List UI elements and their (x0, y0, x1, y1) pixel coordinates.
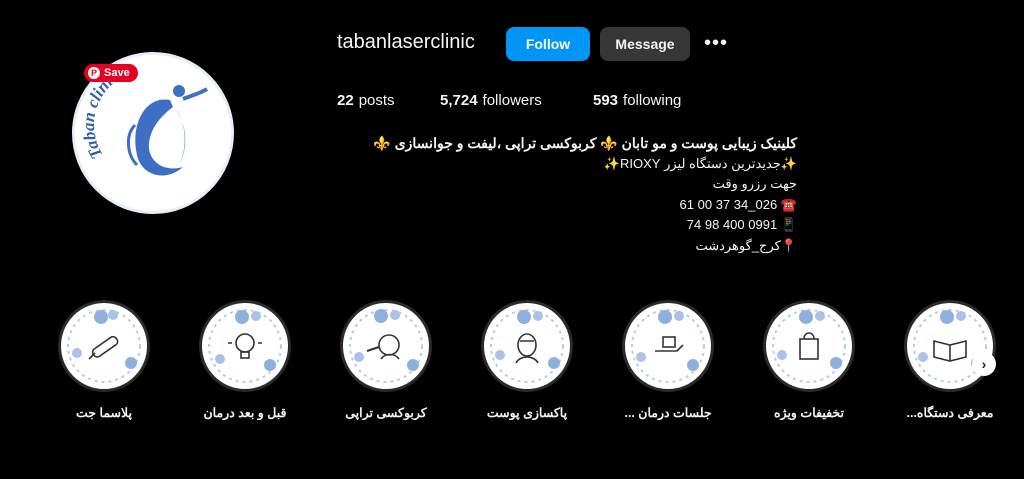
highlight-cover[interactable] (340, 300, 432, 392)
highlight-label: قبل و بعد درمان (203, 406, 287, 420)
floral-wreath-icon (913, 309, 987, 383)
bio-line-mobile: 📱 0991 400 98 74 (686, 217, 797, 232)
bio-line-phone: ☎️ 026_34 37 00 61 (679, 196, 798, 212)
highlight-label: تخفیفات ویژه (774, 406, 844, 420)
highlight-cover[interactable] (622, 300, 714, 392)
highlight-label: معرفی دستگاه... (906, 406, 994, 420)
hand-bag-icon (655, 336, 684, 352)
profile-stats: 22 posts 5,724 followers 593 following (337, 92, 681, 109)
floral-wreath-icon (631, 309, 705, 383)
plasma-pen-icon (88, 335, 119, 360)
message-button[interactable]: Message (600, 27, 690, 61)
bio-line-title: کلینیک زیبایی پوست و مو تابان ⚜️ کربوکسی… (373, 135, 797, 151)
following-stat[interactable]: 593 following (593, 92, 681, 109)
highlight-cover[interactable] (763, 300, 855, 392)
profile-bio: کلینیک زیبایی پوست و مو تابان ⚜️ کربوکسی… (337, 133, 797, 256)
highlight-cover[interactable] (58, 300, 150, 392)
lightbulb-icon (228, 333, 262, 359)
profile-username: tabanlaserclinic (337, 31, 475, 53)
more-options-icon[interactable]: ••• (704, 32, 728, 55)
face-injection-icon (366, 334, 400, 360)
highlight-label: پلاسما جت (76, 406, 132, 420)
highlight-item[interactable]: پاکسازی پوست (467, 300, 587, 420)
bio-line-device: ✨جدیدترین دستگاه لیزر RIOXY✨ (603, 155, 797, 171)
shopping-bag-icon (799, 332, 819, 360)
followers-count: 5,724 (440, 92, 478, 109)
highlight-cover[interactable] (481, 300, 573, 392)
highlight-label: کربوکسی تراپی (345, 406, 427, 420)
bio-line-location: 📍کرج_گوهردشت (695, 237, 797, 253)
highlight-label: جلسات درمان ... (624, 406, 712, 420)
posts-label: posts (358, 92, 395, 109)
pinterest-icon: P (88, 67, 100, 79)
floral-wreath-icon (349, 309, 423, 383)
highlight-item[interactable]: پلاسما جت (44, 300, 164, 420)
highlight-item[interactable]: قبل و بعد درمان (185, 300, 305, 420)
face-mask-icon (515, 333, 539, 364)
highlight-cover[interactable] (199, 300, 291, 392)
following-count: 593 (593, 92, 619, 109)
posts-stat: 22 posts (337, 92, 440, 109)
followers-label: followers (482, 92, 542, 109)
pinterest-save-button[interactable]: P Save (84, 64, 138, 82)
floral-wreath-icon (67, 309, 141, 383)
floral-wreath-icon (772, 309, 846, 383)
highlight-item[interactable]: جلسات درمان ... (608, 300, 728, 420)
highlight-item[interactable]: کربوکسی تراپی (326, 300, 446, 420)
posts-count: 22 (337, 92, 354, 109)
floral-wreath-icon (208, 309, 282, 383)
highlight-item[interactable]: تخفیفات ویژه (749, 300, 869, 420)
open-book-icon (933, 339, 967, 362)
story-highlights: پلاسما جت قبل و بعد درمان کربوکسی تراپی … (44, 300, 996, 440)
bio-line-reserve: جهت رزرو وقت (712, 176, 797, 191)
pinterest-save-label: Save (104, 67, 130, 79)
next-highlights-chevron-icon[interactable]: › (972, 352, 996, 376)
highlight-cover[interactable] (904, 300, 996, 392)
highlight-label: پاکسازی پوست (486, 406, 568, 420)
follow-button[interactable]: Follow (506, 27, 590, 61)
followers-stat[interactable]: 5,724 followers (440, 92, 593, 109)
following-label: following (623, 92, 682, 109)
floral-wreath-icon (490, 309, 564, 383)
